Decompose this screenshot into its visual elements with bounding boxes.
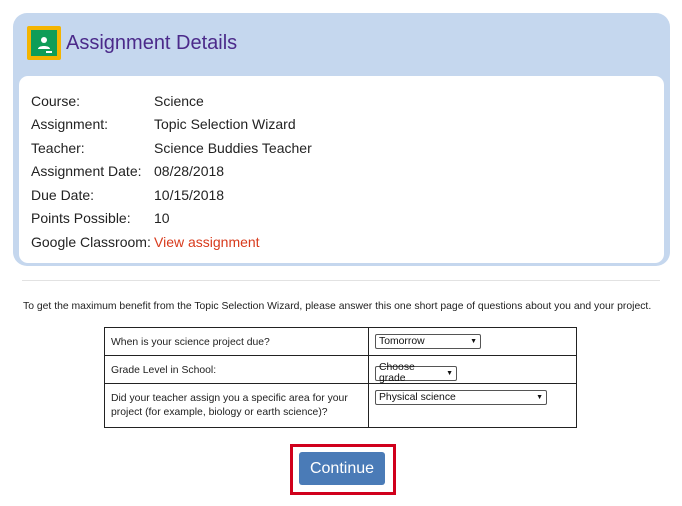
due-date-value: 10/15/2018 xyxy=(154,186,225,203)
area-select[interactable]: Physical science ▼ xyxy=(375,390,547,405)
google-classroom-label: Google Classroom: xyxy=(31,233,151,250)
course-value: Science xyxy=(154,92,204,109)
assignment-label: Assignment: xyxy=(31,116,109,133)
view-assignment-link[interactable]: View assignment xyxy=(154,234,260,250)
card-title: Assignment Details xyxy=(66,32,238,54)
intro-text: To get the maximum benefit from the Topi… xyxy=(23,301,652,312)
dropdown-arrow-icon: ▼ xyxy=(470,338,477,345)
course-label: Course: xyxy=(31,92,81,109)
assignment-card: Assignment Details Course: Science Assig… xyxy=(13,13,670,266)
due-select[interactable]: Tomorrow ▼ xyxy=(375,334,481,349)
questions-table: When is your science project due? Tomorr… xyxy=(104,327,577,428)
points-value: 10 xyxy=(154,210,170,227)
dropdown-arrow-icon: ▼ xyxy=(446,369,453,377)
grade-select-value: Choose grade xyxy=(379,362,415,384)
assignment-date-value: 08/28/2018 xyxy=(154,163,225,180)
due-date-label: Due Date: xyxy=(31,186,95,203)
table-row: When is your science project due? Tomorr… xyxy=(104,327,577,356)
detail-row-points: Points Possible: 10 xyxy=(31,207,664,231)
dropdown-arrow-icon: ▼ xyxy=(536,394,543,401)
grade-select[interactable]: Choose grade ▼ xyxy=(375,362,457,384)
assignment-value: Topic Selection Wizard xyxy=(154,116,296,133)
teacher-label: Teacher: xyxy=(31,139,85,156)
table-row: Grade Level in School: Choose grade ▼ xyxy=(104,355,577,384)
points-label: Points Possible: xyxy=(31,210,131,227)
detail-row-due-date: Due Date: 10/15/2018 xyxy=(31,183,664,207)
card-header: Assignment Details xyxy=(27,25,237,61)
google-classroom-icon xyxy=(27,26,61,60)
page: Assignment Details Course: Science Assig… xyxy=(0,0,682,506)
assignment-date-label: Assignment Date: xyxy=(31,163,142,180)
divider xyxy=(22,280,660,281)
due-select-value: Tomorrow xyxy=(379,336,425,347)
teacher-value: Science Buddies Teacher xyxy=(154,139,312,156)
question-area: Did your teacher assign you a specific a… xyxy=(104,383,369,428)
table-row: Did your teacher assign you a specific a… xyxy=(104,383,577,428)
detail-row-assignment: Assignment: Topic Selection Wizard xyxy=(31,113,664,137)
detail-row-teacher: Teacher: Science Buddies Teacher xyxy=(31,136,664,160)
detail-row-assignment-date: Assignment Date: 08/28/2018 xyxy=(31,160,664,184)
details-panel: Course: Science Assignment: Topic Select… xyxy=(19,76,664,263)
detail-row-course: Course: Science xyxy=(31,89,664,113)
question-grade: Grade Level in School: xyxy=(104,355,369,384)
question-due: When is your science project due? xyxy=(104,327,369,356)
continue-button[interactable]: Continue xyxy=(299,452,385,485)
detail-row-google-classroom: Google Classroom: View assignment xyxy=(31,230,664,254)
area-select-value: Physical science xyxy=(379,392,456,403)
